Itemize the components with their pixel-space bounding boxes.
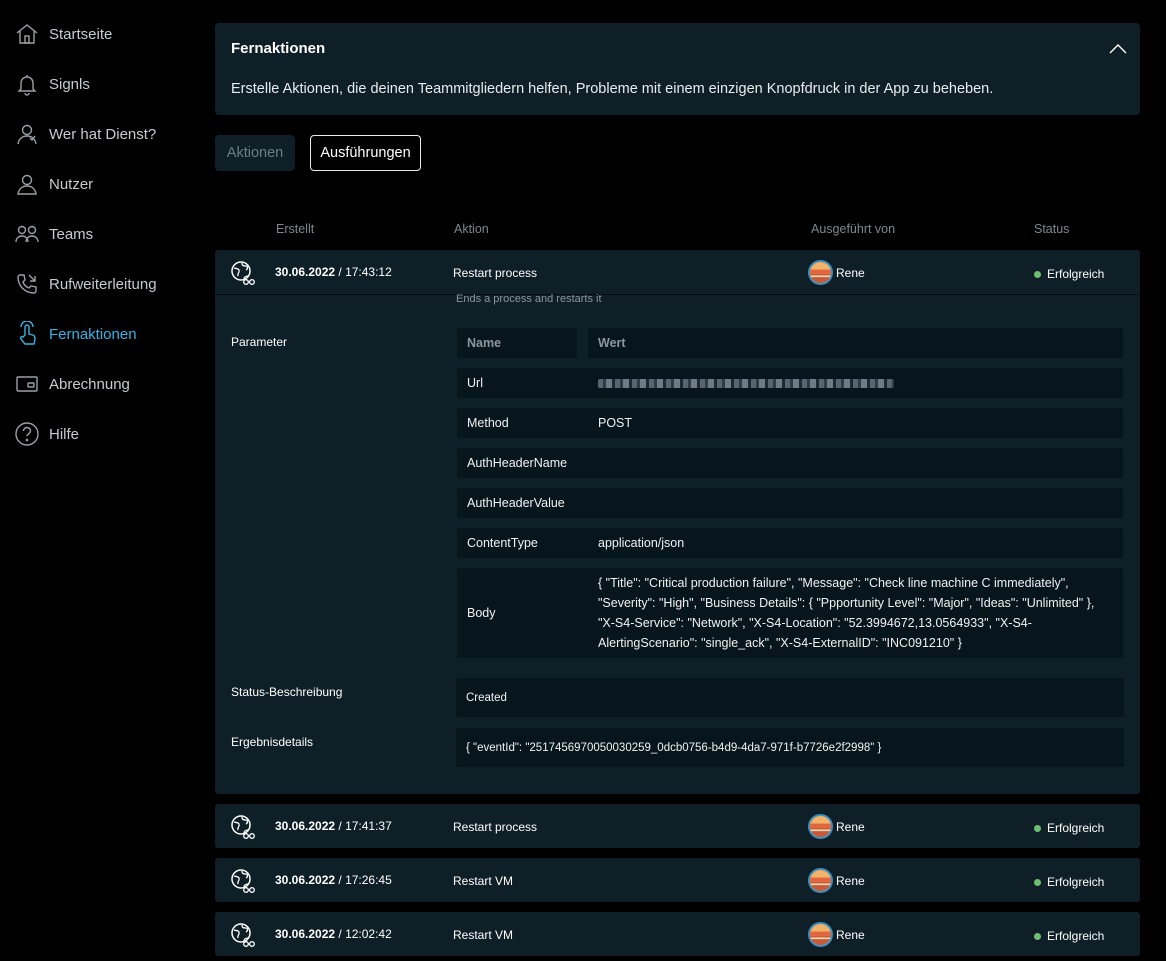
param-name: Method	[467, 416, 509, 430]
help-icon	[14, 421, 40, 447]
row-user: Rene	[836, 266, 865, 280]
sidebar-item-hilfe[interactable]: Hilfe	[14, 419, 79, 449]
status-badge: Erfolgreich	[1034, 821, 1104, 835]
sidebar-item-label: Fernaktionen	[49, 325, 137, 343]
param-name: Url	[467, 376, 483, 390]
param-row-authheadername: AuthHeaderName	[457, 448, 1123, 478]
call-forward-icon	[14, 271, 40, 297]
tab-aktionen[interactable]: Aktionen	[215, 135, 295, 171]
param-row-method: Method POST	[457, 408, 1123, 438]
billing-icon	[14, 371, 40, 397]
remote-action-icon	[14, 321, 40, 347]
table-row[interactable]: 30.06.2022 / 17:43:12 Restart process Re…	[215, 250, 1140, 794]
param-row-url: Url	[457, 368, 1123, 398]
column-header-status: Status	[1034, 222, 1070, 236]
param-row-body: Body { "Title": "Critical production fai…	[457, 568, 1123, 658]
tab-ausfuehrungen[interactable]: Ausführungen	[310, 135, 421, 171]
param-row-contenttype: ContentType application/json	[457, 528, 1123, 558]
user-icon	[14, 171, 40, 197]
sidebar-item-label: Hilfe	[49, 425, 80, 443]
home-icon	[14, 21, 40, 47]
success-dot-icon	[1034, 878, 1041, 886]
param-header-name: Name	[457, 328, 577, 358]
status-badge: Erfolgreich	[1034, 929, 1104, 943]
remote-globe-icon	[231, 815, 255, 839]
table-row[interactable]: 30.06.2022 / 12:02:42 Restart VM Rene Er…	[215, 912, 1140, 956]
team-icon	[14, 221, 40, 247]
status-description-label: Status-Beschreibung	[231, 685, 343, 699]
column-header-executed-by: Ausgeführt von	[811, 222, 896, 236]
sidebar-item-label: Wer hat Dienst?	[49, 125, 157, 143]
sidebar-item-teams[interactable]: Teams	[14, 219, 93, 249]
remote-globe-icon	[231, 923, 255, 947]
param-header-value: Wert	[588, 328, 1123, 358]
panel-description: Erstelle Aktionen, die deinen Teammitgli…	[231, 81, 994, 97]
row-action: Restart VM	[453, 928, 514, 942]
sidebar-item-rufweiterleitung[interactable]: Rufweiterleitung	[14, 269, 157, 299]
remote-globe-icon	[231, 869, 255, 893]
chevron-up-icon[interactable]	[1108, 39, 1128, 59]
result-details-value: { "eventId": "2517456970050030259_0dcb07…	[456, 728, 1124, 767]
avatar	[808, 868, 833, 893]
sidebar-item-abrechnung[interactable]: Abrechnung	[14, 369, 130, 399]
redacted-url	[598, 378, 894, 388]
info-panel: Fernaktionen Erstelle Aktionen, die dein…	[215, 23, 1140, 115]
sidebar-item-label: Nutzer	[49, 175, 94, 193]
row-user: Rene	[836, 928, 865, 942]
param-value: POST	[598, 416, 633, 430]
row-date: 30.06.2022 / 17:43:12	[275, 265, 392, 279]
param-value: { "Title": "Critical production failure"…	[598, 576, 1095, 650]
row-date: 30.06.2022 / 12:02:42	[275, 927, 392, 941]
status-badge: Erfolgreich	[1034, 267, 1104, 281]
status-description-value: Created	[456, 678, 1124, 717]
sidebar-item-nutzer[interactable]: Nutzer	[14, 169, 93, 199]
row-user: Rene	[836, 820, 865, 834]
remote-globe-icon	[231, 261, 255, 285]
success-dot-icon	[1034, 932, 1041, 940]
column-header-action: Aktion	[454, 222, 489, 236]
row-action: Restart VM	[453, 874, 514, 888]
param-name: ContentType	[467, 536, 538, 550]
row-action: Restart process	[453, 266, 538, 280]
sidebar-item-label: Abrechnung	[49, 375, 130, 393]
row-action: Restart process	[453, 820, 538, 834]
param-name: Body	[467, 606, 496, 620]
sidebar-item-label: Signls	[49, 75, 90, 93]
row-user: Rene	[836, 874, 865, 888]
divider	[215, 294, 1140, 295]
sidebar-item-label: Teams	[49, 225, 94, 243]
param-name: AuthHeaderValue	[467, 496, 565, 510]
avatar	[808, 814, 833, 839]
sidebar-item-startseite[interactable]: Startseite	[14, 19, 112, 49]
table-row[interactable]: 30.06.2022 / 17:41:37 Restart process Re…	[215, 804, 1140, 848]
param-value: application/json	[598, 536, 685, 550]
param-name: AuthHeaderName	[467, 456, 568, 470]
avatar	[808, 260, 833, 285]
sidebar-item-signls[interactable]: Signls	[14, 69, 90, 99]
success-dot-icon	[1034, 824, 1041, 832]
panel-title: Fernaktionen	[231, 40, 326, 57]
action-description: Ends a process and restarts it	[456, 293, 602, 305]
result-details-label: Ergebnisdetails	[231, 735, 314, 749]
avatar	[808, 922, 833, 947]
parameter-label: Parameter	[231, 335, 288, 349]
status-badge: Erfolgreich	[1034, 875, 1104, 889]
success-dot-icon	[1034, 270, 1041, 278]
param-row-authheadervalue: AuthHeaderValue	[457, 488, 1123, 518]
sidebar-item-label: Rufweiterleitung	[49, 275, 157, 293]
row-date: 30.06.2022 / 17:41:37	[275, 819, 392, 833]
column-header-created: Erstellt	[276, 222, 315, 236]
sidebar-item-wer-hat-dienst[interactable]: Wer hat Dienst?	[14, 119, 156, 149]
on-duty-person-icon	[14, 121, 40, 147]
sidebar-item-fernaktionen[interactable]: Fernaktionen	[14, 319, 137, 349]
sidebar-item-label: Startseite	[49, 25, 113, 43]
table-row[interactable]: 30.06.2022 / 17:26:45 Restart VM Rene Er…	[215, 858, 1140, 902]
sidebar: Startseite Signls Wer hat Dienst? Nutzer…	[0, 0, 200, 961]
row-date: 30.06.2022 / 17:26:45	[275, 873, 392, 887]
bell-icon	[14, 71, 40, 97]
